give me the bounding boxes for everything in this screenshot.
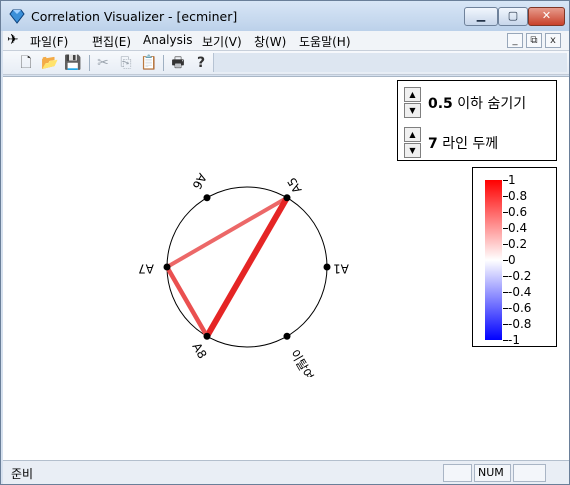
status-text: 준비	[11, 467, 34, 481]
threshold-text: 이하 숨기기	[452, 96, 527, 112]
app-window: Correlation Visualizer - [ecminer] ▁ ▢ ✕…	[0, 0, 570, 485]
copy-icon[interactable]: ⎘	[117, 54, 135, 72]
status-pane-scroll	[513, 464, 546, 482]
node-1[interactable]	[323, 263, 331, 271]
title-bar[interactable]: Correlation Visualizer - [ecminer] ▁ ▢ ✕	[1, 1, 569, 31]
node-label-5: A8	[189, 340, 209, 361]
menu-window[interactable]: 창(W)	[254, 33, 286, 50]
node-3[interactable]	[203, 194, 211, 202]
legend-label: -0.4	[508, 285, 532, 299]
cut-icon[interactable]: ✂	[94, 54, 112, 72]
line-width-text: 라인 두께	[437, 136, 499, 152]
legend-label: -0.2	[508, 269, 532, 283]
open-folder-icon[interactable]: 📂	[41, 54, 59, 72]
menu-view[interactable]: 보기(V)	[202, 33, 242, 50]
legend-label: 0.2	[508, 237, 528, 251]
threshold-value: 0.5	[428, 96, 453, 112]
mdi-close-button[interactable]: x	[545, 33, 561, 48]
node-label-4: A7	[138, 262, 154, 276]
legend-label: 0	[508, 253, 516, 267]
threshold-label: 0.5 이하 숨기기	[428, 93, 526, 113]
legend-label: 0.6	[508, 205, 528, 219]
node-label-2: A5	[285, 175, 305, 196]
status-pane-num: NUM	[474, 464, 511, 482]
line-width-up-button[interactable]: ▲	[404, 127, 421, 142]
paste-icon[interactable]: 📋	[140, 54, 158, 72]
close-button[interactable]: ✕	[528, 7, 565, 26]
toolbar-separator	[89, 55, 90, 71]
node-label-1: A1	[333, 262, 349, 276]
help-icon[interactable]: ?	[192, 54, 210, 72]
menu-bar: ✈ 파일(F) 편집(E) Analysis 보기(V) 창(W) 도움말(H)…	[3, 31, 569, 51]
menu-edit[interactable]: 편집(E)	[92, 33, 131, 50]
color-legend: 1 0.8 0.6 0.4 0.2 0 -0.2 -0.4 -0.6 -0.8 -1	[472, 167, 557, 347]
node-6[interactable]	[283, 332, 291, 340]
legend-label: 1	[508, 173, 516, 187]
menu-analysis[interactable]: Analysis	[143, 33, 192, 47]
node-label-3: A6	[189, 171, 209, 192]
node-label-6: 이탈여부	[287, 347, 321, 377]
node-4[interactable]	[163, 263, 171, 271]
print-icon[interactable]: 🖶	[169, 54, 187, 72]
node-2[interactable]	[283, 194, 291, 202]
minimize-button[interactable]: ▁	[464, 7, 498, 26]
legend-label: -0.6	[508, 301, 532, 315]
threshold-spinner[interactable]: ▲ ▼	[404, 87, 421, 119]
correlation-graph: A1 A5 A6 A7 A8 이탈여부	[138, 171, 349, 377]
legend-label: -1	[508, 333, 520, 347]
save-icon[interactable]: 💾	[64, 54, 82, 72]
visualization-canvas: A1 A5 A6 A7 A8 이탈여부 ▲ ▼ 0.5 이하 숨기기 ▲ ▼ 7 라인 두…	[3, 76, 569, 460]
threshold-up-button[interactable]: ▲	[404, 87, 421, 102]
edge-A5-A8	[204, 196, 290, 338]
toolbar-separator	[163, 55, 164, 71]
display-options-panel: ▲ ▼ 0.5 이하 숨기기 ▲ ▼ 7 라인 두께	[397, 80, 557, 161]
status-bar: 준비 NUM	[3, 460, 569, 484]
legend-label: 0.4	[508, 221, 528, 235]
window-title: Correlation Visualizer - [ecminer]	[31, 9, 238, 24]
mdi-restore-button[interactable]: ⧉	[526, 33, 542, 48]
toolbar: 🗋 📂 💾 ✂ ⎘ 📋 🖶 ?	[3, 51, 569, 75]
new-file-icon[interactable]: 🗋	[17, 54, 35, 72]
menu-help[interactable]: 도움말(H)	[299, 33, 351, 50]
app-menu-icon[interactable]: ✈	[7, 32, 25, 50]
legend-gradient-bar	[485, 180, 502, 340]
status-pane-caps	[443, 464, 472, 482]
threshold-down-button[interactable]: ▼	[404, 103, 421, 118]
line-width-value: 7	[428, 136, 438, 152]
maximize-button[interactable]: ▢	[498, 7, 528, 26]
node-5[interactable]	[203, 332, 211, 340]
toolbar-empty-band	[213, 53, 567, 72]
legend-label: 0.8	[508, 189, 528, 203]
menu-file[interactable]: 파일(F)	[30, 33, 68, 50]
line-width-label: 7 라인 두께	[428, 133, 498, 153]
edge-A7-A8	[165, 265, 209, 338]
diamond-app-icon	[9, 9, 25, 24]
line-width-down-button[interactable]: ▼	[404, 143, 421, 158]
line-width-spinner[interactable]: ▲ ▼	[404, 127, 421, 159]
mdi-minimize-button[interactable]: _	[507, 33, 523, 48]
legend-label: -0.8	[508, 317, 532, 331]
